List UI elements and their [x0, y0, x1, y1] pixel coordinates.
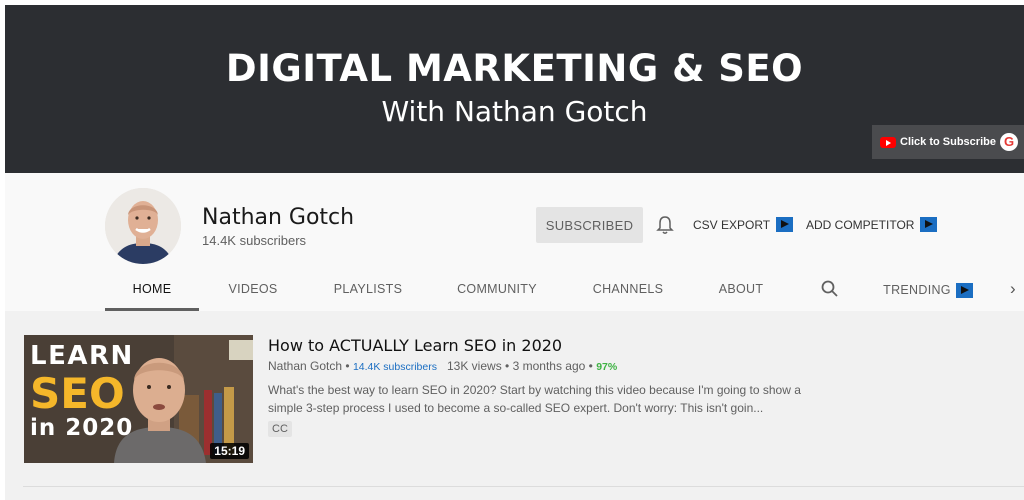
click-to-subscribe-link[interactable]: Click to Subscribe G	[872, 125, 1024, 159]
thumbnail-text-line3: in 2020	[30, 415, 134, 441]
video-thumbnail[interactable]: LEARN SEO in 2020 15:19	[24, 335, 253, 463]
notification-bell-icon[interactable]	[656, 215, 674, 235]
video-channel-subscribers: 14.4K subscribers	[352, 361, 437, 373]
csv-export-button[interactable]: CSV EXPORT	[693, 217, 794, 232]
tab-trending-label: TRENDING	[883, 283, 951, 297]
subscribed-button[interactable]: SUBSCRIBED	[536, 207, 643, 243]
tab-about[interactable]: ABOUT	[707, 269, 775, 311]
video-meta: Nathan Gotch • 14.4K subscribers 13K vie…	[268, 359, 617, 373]
tab-channels[interactable]: CHANNELS	[585, 269, 671, 311]
meta-separator: •	[588, 359, 593, 373]
video-channel-link[interactable]: Nathan Gotch	[268, 359, 342, 373]
video-score: 97%	[596, 361, 618, 373]
video-title[interactable]: How to ACTUALLY Learn SEO in 2020	[268, 336, 562, 355]
banner-subtitle: With Nathan Gotch	[381, 95, 648, 128]
tab-playlists[interactable]: PLAYLISTS	[323, 269, 413, 311]
channel-tabs: HOME VIDEOS PLAYLISTS COMMUNITY CHANNELS…	[5, 269, 1024, 311]
search-icon[interactable]	[820, 279, 840, 299]
tab-home[interactable]: HOME	[105, 269, 199, 311]
tab-community[interactable]: COMMUNITY	[450, 269, 544, 311]
brand-logo-icon: G	[1000, 133, 1018, 151]
subscriber-count: 14.4K subscribers	[202, 233, 307, 248]
youtube-logo-icon	[880, 136, 896, 148]
extension-play-icon	[920, 217, 938, 232]
avatar[interactable]	[105, 188, 181, 264]
video-views: 13K views	[447, 359, 502, 373]
video-description: What's the best way to learn SEO in 2020…	[268, 383, 801, 415]
add-competitor-label: ADD COMPETITOR	[806, 217, 915, 232]
channel-header: Nathan Gotch 14.4K subscribers SUBSCRIBE…	[5, 173, 1024, 311]
meta-separator: •	[505, 359, 510, 373]
banner-title: DIGITAL MARKETING & SEO	[225, 47, 804, 90]
thumbnail-text-line2: SEO	[30, 369, 125, 418]
chevron-right-icon[interactable]: ›	[1010, 279, 1016, 299]
tab-videos[interactable]: VIDEOS	[210, 269, 296, 311]
subscribe-link-label: Click to Subscribe	[900, 136, 996, 148]
meta-separator: •	[345, 359, 350, 373]
csv-export-label: CSV EXPORT	[693, 217, 771, 232]
video-age: 3 months ago	[512, 359, 586, 373]
thumbnail-text-line1: LEARN	[30, 341, 134, 371]
video-duration: 15:19	[210, 443, 249, 459]
add-competitor-button[interactable]: ADD COMPETITOR	[806, 217, 938, 232]
featured-video-section: LEARN SEO in 2020 15:19 How to ACTUALLY …	[5, 311, 1024, 500]
extension-play-icon	[776, 217, 794, 232]
section-divider	[23, 486, 1024, 487]
tab-trending[interactable]: TRENDING	[883, 269, 973, 311]
extension-play-icon	[955, 282, 973, 298]
cc-badge: CC	[268, 421, 292, 437]
channel-banner: DIGITAL MARKETING & SEO With Nathan Gotc…	[5, 5, 1024, 173]
channel-name: Nathan Gotch	[202, 205, 355, 230]
channel-page: DIGITAL MARKETING & SEO With Nathan Gotc…	[0, 0, 1024, 500]
